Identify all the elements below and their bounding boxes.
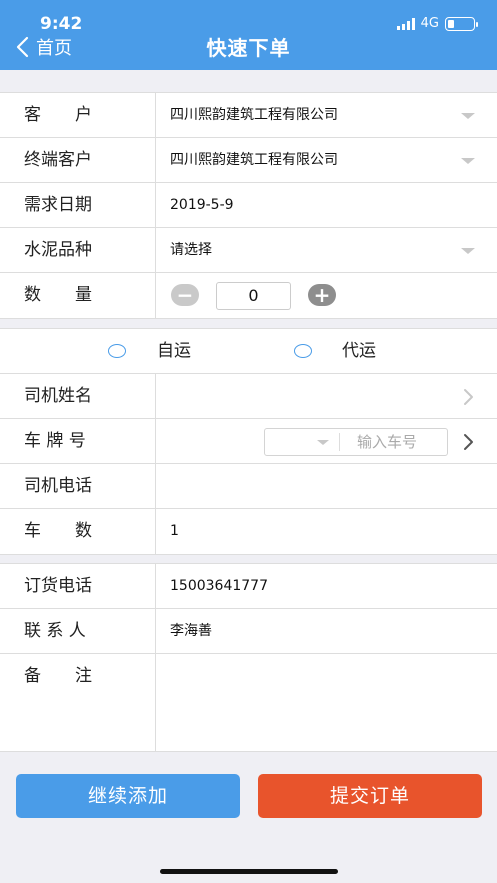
cement-type-label: 水泥品种 [24,240,92,260]
contact-section: 订货电话 15003641777 联 系 人 李海善 备 注 [0,563,497,752]
remark-row[interactable]: 备 注 [0,654,497,751]
caret-down-icon[interactable] [461,248,475,254]
driver-phone-label: 司机电话 [24,476,92,496]
contact-person-label: 联 系 人 [24,621,86,641]
minus-button[interactable]: − [171,284,199,306]
self-transport-radio[interactable] [108,344,126,358]
end-customer-label: 终端客户 [24,150,92,170]
battery-icon [445,16,478,31]
plus-button[interactable]: + [308,284,336,306]
vehicle-count-row[interactable]: 车 数 1 [0,509,497,554]
transport-section: 自运 代运 司机姓名 车 牌 号 输入车号 司机电话 车 数 1 [0,328,497,555]
quantity-row: 数 量 − 0 + [0,273,497,318]
order-phone-label: 订货电话 [24,576,92,596]
vehicle-count-input[interactable]: 1 [170,509,179,554]
plate-input[interactable]: 输入车号 [264,428,448,456]
status-time: 9:42 [40,14,83,34]
home-indicator [160,869,338,874]
transport-mode-row: 自运 代运 [0,329,497,374]
customer-label: 客 户 [24,105,92,125]
page-title: 快速下单 [206,36,291,60]
customer-row[interactable]: 客 户 四川熙韵建筑工程有限公司 [0,93,497,138]
driver-phone-row[interactable]: 司机电话 [0,464,497,509]
plate-row: 车 牌 号 输入车号 [0,419,497,464]
date-label: 需求日期 [24,195,92,215]
plate-placeholder[interactable]: 输入车号 [357,429,417,455]
quantity-label: 数 量 [24,285,92,305]
plate-label: 车 牌 号 [24,431,86,451]
nav-header: 9:42 4G 首页 快速下单 [0,0,497,70]
remark-label: 备 注 [24,666,92,686]
status-indicators: 4G [396,16,478,31]
agent-transport-label[interactable]: 代运 [342,329,376,374]
driver-name-row[interactable]: 司机姓名 [0,374,497,419]
agent-transport-radio[interactable] [294,344,312,358]
chevron-right-icon[interactable] [461,432,475,452]
self-transport-label[interactable]: 自运 [157,329,191,374]
end-customer-value[interactable]: 四川熙韵建筑工程有限公司 [170,138,338,183]
order-phone-input[interactable]: 15003641777 [170,564,268,609]
cement-type-select[interactable]: 请选择 [170,228,212,273]
network-type: 4G [420,16,439,31]
caret-down-icon[interactable] [317,440,329,445]
customer-value[interactable]: 四川熙韵建筑工程有限公司 [170,93,338,138]
cement-type-row[interactable]: 水泥品种 请选择 [0,228,497,273]
quantity-input[interactable]: 0 [216,282,291,310]
continue-add-button[interactable]: 继续添加 [16,774,240,818]
contact-person-row[interactable]: 联 系 人 李海善 [0,609,497,654]
end-customer-row[interactable]: 终端客户 四川熙韵建筑工程有限公司 [0,138,497,183]
date-row[interactable]: 需求日期 2019-5-9 [0,183,497,228]
caret-down-icon[interactable] [461,113,475,119]
caret-down-icon[interactable] [461,158,475,164]
driver-name-label: 司机姓名 [24,386,92,406]
chevron-right-icon[interactable] [461,387,475,407]
order-phone-row[interactable]: 订货电话 15003641777 [0,564,497,609]
vehicle-count-label: 车 数 [24,521,92,541]
order-info-section: 客 户 四川熙韵建筑工程有限公司 终端客户 四川熙韵建筑工程有限公司 需求日期 … [0,92,497,319]
date-value[interactable]: 2019-5-9 [170,183,234,228]
submit-order-button[interactable]: 提交订单 [258,774,482,818]
contact-person-input[interactable]: 李海善 [170,609,212,654]
signal-icon [396,17,415,30]
